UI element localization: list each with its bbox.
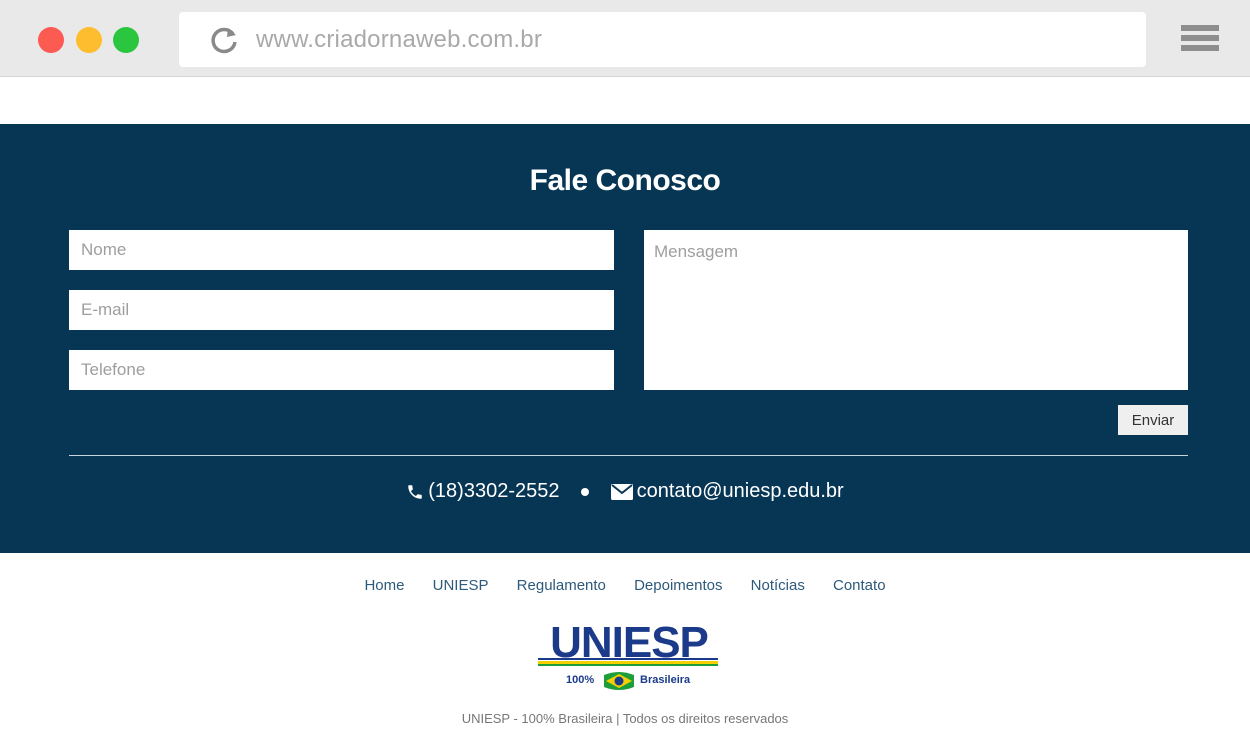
maximize-window-button[interactable] — [113, 27, 139, 53]
logo-tagline-brasileira: Brasileira — [640, 674, 691, 686]
section-title: Fale Conosco — [529, 164, 721, 197]
menu-icon[interactable] — [1181, 25, 1219, 55]
phone-field[interactable] — [69, 350, 614, 390]
brazil-flag-icon — [604, 672, 634, 690]
email-address[interactable]: contato@uniesp.edu.br — [637, 480, 844, 503]
phone-number: (18)3302-2552 — [428, 480, 560, 503]
email-field[interactable] — [69, 290, 614, 330]
send-button[interactable]: Enviar — [1118, 405, 1188, 435]
phone-contact: (18)3302-2552 — [406, 480, 559, 503]
contact-section: Fale Conosco Enviar (18)3302-2552 contat… — [0, 124, 1250, 553]
footer-link-depoimentos[interactable]: Depoimentos — [634, 577, 722, 594]
browser-toolbar: www.criadornaweb.com.br — [0, 0, 1250, 77]
contact-info: (18)3302-2552 contato@uniesp.edu.br — [0, 480, 1250, 503]
reload-icon[interactable] — [209, 25, 239, 55]
phone-icon — [408, 484, 423, 499]
name-field[interactable] — [69, 230, 614, 270]
footer-nav: Home UNIESP Regulamento Depoimentos Notí… — [0, 577, 1250, 594]
address-bar[interactable]: www.criadornaweb.com.br — [179, 12, 1146, 67]
message-field[interactable] — [644, 230, 1188, 390]
divider — [69, 455, 1188, 456]
minimize-window-button[interactable] — [76, 27, 102, 53]
url-text: www.criadornaweb.com.br — [256, 26, 543, 53]
footer-link-contato[interactable]: Contato — [833, 577, 886, 594]
separator-dot — [581, 487, 590, 496]
footer-link-noticias[interactable]: Notícias — [751, 577, 805, 594]
copyright-text: UNIESP - 100% Brasileira | Todos os dire… — [461, 711, 789, 726]
email-contact[interactable]: contato@uniesp.edu.br — [610, 480, 844, 503]
envelope-icon — [610, 483, 633, 500]
footer-link-regulamento[interactable]: Regulamento — [517, 577, 606, 594]
uniesp-logo[interactable]: UNIESP 100% Brasileira — [538, 618, 720, 694]
footer-link-home[interactable]: Home — [364, 577, 404, 594]
close-window-button[interactable] — [38, 27, 64, 53]
logo-tagline-percent: 100% — [566, 674, 595, 686]
footer-link-uniesp[interactable]: UNIESP — [433, 577, 489, 594]
